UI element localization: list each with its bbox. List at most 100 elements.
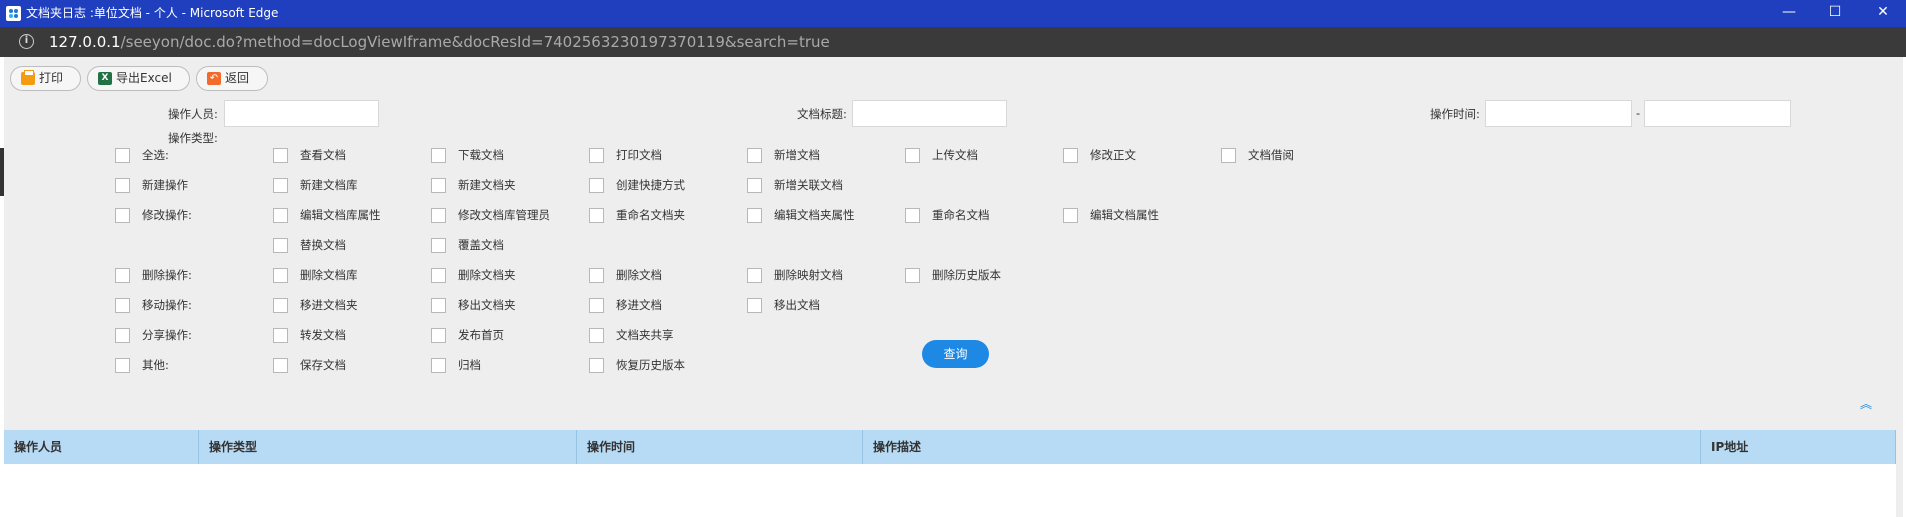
checkbox-label-r0-c6[interactable]: 修改正文	[1090, 148, 1136, 162]
maximize-button[interactable]: ☐	[1812, 0, 1858, 27]
checkbox-r6-c0[interactable]	[115, 328, 130, 343]
checkbox-r5-c3[interactable]	[589, 298, 604, 313]
checkbox-label-r6-c3[interactable]: 文档夹共享	[616, 328, 674, 342]
checkbox-r6-c2[interactable]	[431, 328, 446, 343]
close-button[interactable]: ✕	[1860, 0, 1906, 27]
url-text[interactable]: 127.0.0.1/seeyon/doc.do?method=docLogVie…	[49, 34, 830, 50]
checkbox-r4-c3[interactable]	[589, 268, 604, 283]
query-button[interactable]: 查询	[922, 340, 989, 368]
back-button[interactable]: ↶ 返回	[196, 66, 268, 91]
checkbox-r5-c0[interactable]	[115, 298, 130, 313]
checkbox-r1-c0[interactable]	[115, 178, 130, 193]
checkbox-r2-c1[interactable]	[273, 208, 288, 223]
checkbox-r4-c0[interactable]	[115, 268, 130, 283]
checkbox-r6-c3[interactable]	[589, 328, 604, 343]
checkbox-label-r6-c1[interactable]: 转发文档	[300, 328, 346, 342]
checkbox-label-r5-c3[interactable]: 移进文档	[616, 298, 662, 312]
checkbox-label-r3-c2[interactable]: 覆盖文档	[458, 238, 504, 252]
checkbox-r1-c2[interactable]	[431, 178, 446, 193]
checkbox-r2-c6[interactable]	[1063, 208, 1078, 223]
checkbox-label-r4-c5[interactable]: 删除历史版本	[932, 268, 1001, 282]
checkbox-r1-c3[interactable]	[589, 178, 604, 193]
checkbox-r2-c5[interactable]	[905, 208, 920, 223]
checkbox-r0-c7[interactable]	[1221, 148, 1236, 163]
minimize-button[interactable]: —	[1766, 0, 1812, 27]
checkbox-label-r6-c2[interactable]: 发布首页	[458, 328, 504, 342]
checkbox-r4-c2[interactable]	[431, 268, 446, 283]
checkbox-label-r1-c0[interactable]: 新建操作	[142, 178, 188, 192]
checkbox-r0-c4[interactable]	[747, 148, 762, 163]
site-info-icon[interactable]: i	[19, 34, 34, 49]
checkbox-r2-c0[interactable]	[115, 208, 130, 223]
address-bar[interactable]: i 127.0.0.1/seeyon/doc.do?method=docLogV…	[0, 27, 1906, 57]
checkbox-r5-c4[interactable]	[747, 298, 762, 313]
op-time-start-input[interactable]	[1485, 100, 1632, 127]
checkbox-label-r3-c1[interactable]: 替换文档	[300, 238, 346, 252]
checkbox-r0-c1[interactable]	[273, 148, 288, 163]
checkbox-label-r2-c3[interactable]: 重命名文档夹	[616, 208, 685, 222]
collapse-icon[interactable]: ︽	[1860, 398, 1872, 410]
checkbox-label-r0-c4[interactable]: 新增文档	[774, 148, 820, 162]
checkbox-r7-c0[interactable]	[115, 358, 130, 373]
checkbox-label-r5-c4[interactable]: 移出文档	[774, 298, 820, 312]
checkbox-label-r1-c2[interactable]: 新建文档夹	[458, 178, 516, 192]
checkbox-label-r4-c2[interactable]: 删除文档夹	[458, 268, 516, 282]
checkbox-label-r0-c2[interactable]: 下载文档	[458, 148, 504, 162]
doc-title-input[interactable]	[852, 100, 1007, 127]
checkbox-r1-c1[interactable]	[273, 178, 288, 193]
checkbox-r2-c4[interactable]	[747, 208, 762, 223]
checkbox-r4-c1[interactable]	[273, 268, 288, 283]
checkbox-label-r4-c4[interactable]: 删除映射文档	[774, 268, 843, 282]
checkbox-r0-c6[interactable]	[1063, 148, 1078, 163]
checkbox-label-r5-c1[interactable]: 移进文档夹	[300, 298, 358, 312]
checkbox-label-r0-c3[interactable]: 打印文档	[616, 148, 662, 162]
checkbox-r3-c2[interactable]	[431, 238, 446, 253]
checkbox-label-r4-c3[interactable]: 删除文档	[616, 268, 662, 282]
checkbox-label-r2-c4[interactable]: 编辑文档夹属性	[774, 208, 855, 222]
checkbox-r0-c3[interactable]	[589, 148, 604, 163]
checkbox-r5-c2[interactable]	[431, 298, 446, 313]
checkbox-r5-c1[interactable]	[273, 298, 288, 313]
checkbox-label-r5-c2[interactable]: 移出文档夹	[458, 298, 516, 312]
checkbox-label-r2-c2[interactable]: 修改文档库管理员	[458, 208, 550, 222]
checkbox-label-r0-c5[interactable]: 上传文档	[932, 148, 978, 162]
checkbox-label-r5-c0[interactable]: 移动操作:	[142, 298, 192, 312]
checkbox-label-r7-c2[interactable]: 归档	[458, 358, 481, 372]
checkbox-r0-c0[interactable]	[115, 148, 130, 163]
print-button[interactable]: 打印	[10, 66, 81, 91]
checkbox-label-r1-c4[interactable]: 新增关联文档	[774, 178, 843, 192]
checkbox-r0-c2[interactable]	[431, 148, 446, 163]
checkbox-label-r1-c1[interactable]: 新建文档库	[300, 178, 358, 192]
col-op-description: 操作描述	[863, 430, 1701, 464]
checkbox-label-r6-c0[interactable]: 分享操作:	[142, 328, 192, 342]
edge-app-icon	[6, 6, 21, 21]
checkbox-r6-c1[interactable]	[273, 328, 288, 343]
checkbox-label-r7-c1[interactable]: 保存文档	[300, 358, 346, 372]
checkbox-label-r0-c1[interactable]: 查看文档	[300, 148, 346, 162]
checkbox-r7-c2[interactable]	[431, 358, 446, 373]
operator-input[interactable]	[224, 100, 379, 127]
checkbox-r4-c5[interactable]	[905, 268, 920, 283]
op-time-end-input[interactable]	[1644, 100, 1791, 127]
checkbox-r3-c1[interactable]	[273, 238, 288, 253]
checkbox-r4-c4[interactable]	[747, 268, 762, 283]
checkbox-r7-c1[interactable]	[273, 358, 288, 373]
checkbox-label-r4-c1[interactable]: 删除文档库	[300, 268, 358, 282]
checkbox-label-r4-c0[interactable]: 删除操作:	[142, 268, 192, 282]
checkbox-r2-c3[interactable]	[589, 208, 604, 223]
checkbox-label-r2-c6[interactable]: 编辑文档属性	[1090, 208, 1159, 222]
printer-icon	[21, 70, 35, 85]
checkbox-label-r2-c1[interactable]: 编辑文档库属性	[300, 208, 381, 222]
checkbox-r0-c5[interactable]	[905, 148, 920, 163]
checkbox-label-r2-c0[interactable]: 修改操作:	[142, 208, 192, 222]
checkbox-label-r2-c5[interactable]: 重命名文档	[932, 208, 990, 222]
checkbox-label-r0-c0[interactable]: 全选:	[142, 148, 169, 162]
checkbox-label-r7-c0[interactable]: 其他:	[142, 358, 169, 372]
checkbox-label-r1-c3[interactable]: 创建快捷方式	[616, 178, 685, 192]
checkbox-r1-c4[interactable]	[747, 178, 762, 193]
export-excel-button[interactable]: X 导出Excel	[87, 66, 190, 91]
checkbox-r7-c3[interactable]	[589, 358, 604, 373]
checkbox-label-r0-c7[interactable]: 文档借阅	[1248, 148, 1294, 162]
checkbox-r2-c2[interactable]	[431, 208, 446, 223]
checkbox-label-r7-c3[interactable]: 恢复历史版本	[616, 358, 685, 372]
